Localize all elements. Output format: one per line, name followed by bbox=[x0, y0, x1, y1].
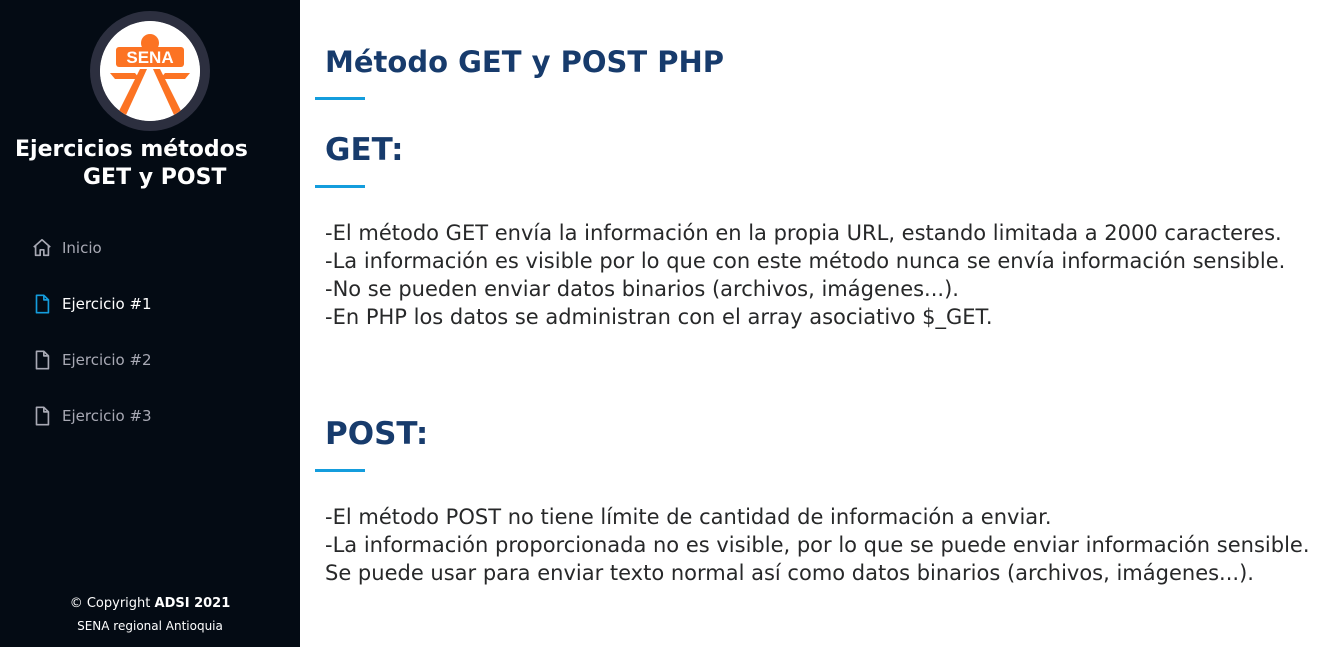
post-line: -El método POST no tiene límite de canti… bbox=[325, 505, 1052, 529]
file-icon bbox=[35, 350, 50, 370]
get-line: -La información es visible por lo que co… bbox=[325, 249, 1286, 273]
nav-label-ejercicio-2: Ejercicio #2 bbox=[62, 351, 152, 369]
nav-item-ejercicio-1[interactable]: Ejercicio #1 bbox=[0, 284, 300, 324]
nav-item-inicio[interactable]: Inicio bbox=[0, 228, 300, 268]
post-line: -La información proporcionada no es visi… bbox=[325, 533, 1310, 557]
sidebar-footer: © Copyright ADSI 2021 SENA regional Anti… bbox=[0, 593, 300, 637]
site-title-line1: Ejercicios métodos bbox=[15, 137, 248, 162]
get-line: -El método GET envía la información en l… bbox=[325, 221, 1282, 245]
get-description: -El método GET envía la información en l… bbox=[325, 219, 1330, 331]
sena-logo-text: SENA bbox=[126, 48, 173, 67]
get-underline bbox=[315, 185, 365, 188]
post-underline bbox=[315, 469, 365, 472]
post-line: Se puede usar para enviar texto normal a… bbox=[325, 561, 1254, 585]
copyright: © Copyright ADSI 2021 bbox=[0, 593, 300, 615]
nav-label-inicio: Inicio bbox=[62, 239, 102, 257]
get-line: -En PHP los datos se administran con el … bbox=[325, 305, 993, 329]
title-underline bbox=[315, 97, 365, 100]
nav-menu: Inicio Ejercicio #1 Ejercicio #2 Ejercic… bbox=[0, 228, 300, 452]
post-heading: POST: bbox=[325, 416, 429, 452]
copyright-prefix: © Copyright bbox=[69, 596, 155, 611]
sena-logo-icon: SENA bbox=[100, 21, 200, 121]
site-title-line2: GET y POST bbox=[83, 165, 227, 190]
nav-item-ejercicio-2[interactable]: Ejercicio #2 bbox=[0, 340, 300, 380]
sidebar: SENA Ejercicios métodos GET y POST Inici… bbox=[0, 0, 300, 647]
site-title[interactable]: Ejercicios métodos GET y POST bbox=[0, 136, 300, 192]
nav-item-ejercicio-3[interactable]: Ejercicio #3 bbox=[0, 396, 300, 436]
page-title: Método GET y POST PHP bbox=[325, 45, 725, 79]
home-icon bbox=[33, 238, 51, 257]
nav-label-ejercicio-1: Ejercicio #1 bbox=[62, 295, 152, 313]
credits: SENA regional Antioquia bbox=[77, 619, 223, 633]
post-description: -El método POST no tiene límite de canti… bbox=[325, 503, 1330, 587]
file-icon bbox=[35, 406, 50, 426]
file-icon bbox=[35, 294, 50, 314]
get-heading: GET: bbox=[325, 132, 404, 168]
get-line: -No se pueden enviar datos binarios (arc… bbox=[325, 277, 959, 301]
nav-label-ejercicio-3: Ejercicio #3 bbox=[62, 407, 152, 425]
main-content: Método GET y POST PHP GET: -El método GE… bbox=[300, 0, 1341, 647]
copyright-strong: ADSI 2021 bbox=[154, 596, 231, 611]
profile-logo: SENA bbox=[90, 11, 210, 131]
